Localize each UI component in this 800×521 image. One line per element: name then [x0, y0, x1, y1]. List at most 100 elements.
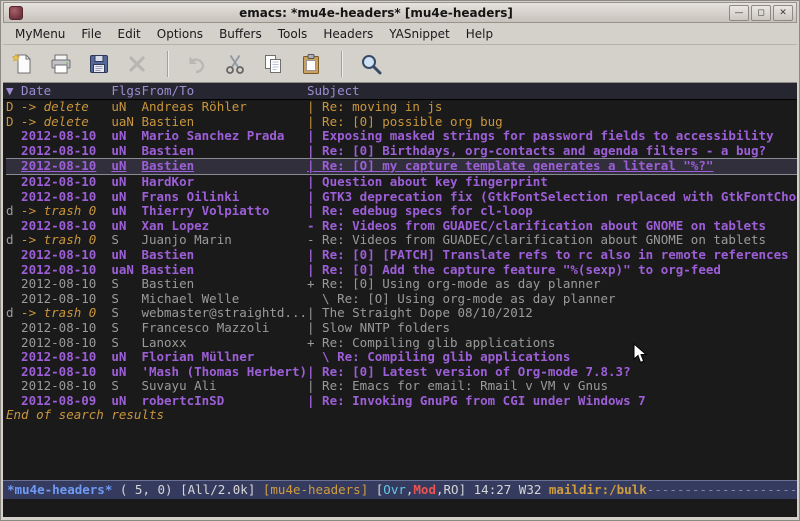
- menu-item-headers[interactable]: Headers: [315, 24, 381, 44]
- message-row[interactable]: 2012-08-10uNBastien| Re: [O] my capture …: [6, 158, 797, 175]
- message-row[interactable]: 2012-08-10uNFlorian Müllner \ Re: Compil…: [6, 350, 797, 365]
- message-row[interactable]: d-> trash 0SJuanjo Marin- Re: Videos fro…: [6, 233, 797, 248]
- row-from: Xan Lopez: [141, 219, 307, 234]
- row-date: -> delete: [21, 115, 111, 130]
- menu-item-yasnippet[interactable]: YASnippet: [381, 24, 458, 44]
- row-from: HardKor: [141, 175, 307, 190]
- row-marker: d: [6, 233, 21, 248]
- menu-item-file[interactable]: File: [73, 24, 109, 44]
- message-row[interactable]: 2012-08-10SLanoxx+ Re: Compiling glib ap…: [6, 336, 797, 351]
- column-header-date[interactable]: ▼ Date: [6, 83, 111, 99]
- row-flags: uN: [111, 129, 141, 144]
- cut-button[interactable]: [221, 49, 251, 79]
- maximize-button[interactable]: ◻: [751, 5, 771, 21]
- row-subject: | Re: [0] Latest version of Org-mode 7.8…: [307, 364, 631, 379]
- row-subject: + Re: [0] Using org-mode as day planner: [307, 276, 601, 291]
- message-row[interactable]: 2012-08-10uNHardKor| Question about key …: [6, 175, 797, 190]
- headers-list: D-> deleteuNAndreas Röhler| Re: moving i…: [6, 100, 797, 408]
- row-subject: | Exposing masked strings for password f…: [307, 128, 774, 143]
- message-row[interactable]: D-> deleteuaNBastien| Re: [0] possible o…: [6, 115, 797, 130]
- menu-item-mymenu[interactable]: MyMenu: [7, 24, 73, 44]
- menu-item-buffers[interactable]: Buffers: [211, 24, 270, 44]
- row-date: -> trash 0: [21, 306, 111, 321]
- undo-button[interactable]: [183, 49, 213, 79]
- menu-bar: MyMenuFileEditOptionsBuffersToolsHeaders…: [3, 23, 797, 45]
- row-subject: + Re: Compiling glib applications: [307, 335, 555, 350]
- close-button[interactable]: ✕: [773, 5, 793, 21]
- row-flags: uN: [111, 159, 141, 174]
- row-from: Francesco Mazzoli: [141, 321, 307, 336]
- row-date: 2012-08-10: [21, 321, 111, 336]
- close-icon: [125, 52, 151, 76]
- row-subject: | Question about key fingerprint: [307, 174, 548, 189]
- message-row[interactable]: 2012-08-10uNFrans Oilinki| GTK3 deprecat…: [6, 190, 797, 205]
- column-header-from[interactable]: From/To: [141, 83, 307, 99]
- modeline-segment-plain: ( 5, 0) [All/2.0k]: [112, 482, 263, 497]
- menu-item-edit[interactable]: Edit: [110, 24, 149, 44]
- row-subject: | Re: edebug specs for cl-loop: [307, 203, 533, 218]
- message-row[interactable]: 2012-08-10uaNBastien| Re: [0] Add the ca…: [6, 263, 797, 278]
- row-from: Suvayu Ali: [141, 379, 307, 394]
- row-from: Bastien: [141, 263, 307, 278]
- minibuffer[interactable]: [3, 499, 797, 517]
- message-row[interactable]: d-> trash 0Swebmaster@straightd...| The …: [6, 306, 797, 321]
- row-date: -> delete: [21, 100, 111, 115]
- headers-column-header: ▼ DateFlgsFrom/ToSubject: [3, 83, 797, 100]
- row-date: 2012-08-10: [21, 350, 111, 365]
- emacs-icon: [9, 6, 23, 20]
- message-row[interactable]: 2012-08-09uNrobertcInSD| Re: Invoking Gn…: [6, 394, 797, 409]
- message-row[interactable]: 2012-08-10SSuvayu Ali| Re: Emacs for ema…: [6, 379, 797, 394]
- row-from: Florian Müllner: [141, 350, 307, 365]
- row-date: 2012-08-10: [21, 159, 111, 174]
- row-from: Michael Welle: [141, 292, 307, 307]
- row-date: 2012-08-10: [21, 277, 111, 292]
- menu-item-options[interactable]: Options: [149, 24, 211, 44]
- column-header-flags[interactable]: Flgs: [111, 83, 141, 99]
- message-row[interactable]: 2012-08-10SFrancesco Mazzoli| Slow NNTP …: [6, 321, 797, 336]
- paste-button[interactable]: [297, 49, 327, 79]
- row-date: -> trash 0: [21, 204, 111, 219]
- headers-buffer: D-> deleteuNAndreas Röhler| Re: moving i…: [3, 100, 797, 480]
- message-row[interactable]: 2012-08-10uNBastien| Re: [0] [PATCH] Tra…: [6, 248, 797, 263]
- modeline-segment-plain: ,: [436, 482, 444, 497]
- row-from: Bastien: [141, 248, 307, 263]
- toolbar: [3, 45, 797, 83]
- modeline-segment-ovr: Ovr: [383, 482, 406, 497]
- minimize-button[interactable]: —: [729, 5, 749, 21]
- row-date: 2012-08-09: [21, 394, 111, 409]
- message-row[interactable]: 2012-08-10uNBastien| Re: [0] Birthdays, …: [6, 144, 797, 159]
- title-bar[interactable]: emacs: *mu4e-headers* [mu4e-headers] —◻✕: [3, 2, 797, 23]
- row-flags: uN: [111, 190, 141, 205]
- modeline-segment-mod: Mod: [413, 482, 436, 497]
- message-row[interactable]: 2012-08-10uNXan Lopez- Re: Videos from G…: [6, 219, 797, 234]
- row-subject: | The Straight Dope 08/10/2012: [307, 305, 533, 320]
- message-row[interactable]: 2012-08-10uN'Mash (Thomas Herbert)| Re: …: [6, 365, 797, 380]
- close-button[interactable]: [123, 49, 153, 79]
- save-button[interactable]: [85, 49, 115, 79]
- row-subject: \ Re: [O] Using org-mode as day planner: [307, 291, 616, 306]
- row-subject: - Re: Videos from GUADEC/clarification a…: [307, 218, 766, 233]
- new-file-button[interactable]: [9, 49, 39, 79]
- column-header-subject[interactable]: Subject: [307, 83, 360, 99]
- print-button[interactable]: [47, 49, 77, 79]
- row-flags: uN: [111, 365, 141, 380]
- row-date: 2012-08-10: [21, 219, 111, 234]
- row-from: Lanoxx: [141, 336, 307, 351]
- row-flags: uaN: [111, 263, 141, 278]
- search-button[interactable]: [357, 49, 387, 79]
- row-from: Bastien: [141, 144, 307, 159]
- emacs-frame: ▼ DateFlgsFrom/ToSubject D-> deleteuNAnd…: [3, 83, 797, 517]
- message-row[interactable]: D-> deleteuNAndreas Röhler| Re: moving i…: [6, 100, 797, 115]
- message-row[interactable]: d-> trash 0uNThierry Volpiatto| Re: edeb…: [6, 204, 797, 219]
- modeline-segment-dashes: ----------------------------------------…: [647, 482, 797, 497]
- modeline-segment-plain: 14:27 W32: [474, 482, 549, 497]
- message-row[interactable]: 2012-08-10uNMario Sanchez Prada| Exposin…: [6, 129, 797, 144]
- row-subject: | Re: [O] my capture template generates …: [307, 158, 713, 173]
- message-row[interactable]: 2012-08-10SMichael Welle \ Re: [O] Using…: [6, 292, 797, 307]
- row-flags: S: [111, 336, 141, 351]
- menu-item-help[interactable]: Help: [458, 24, 501, 44]
- message-row[interactable]: 2012-08-10SBastien+ Re: [0] Using org-mo…: [6, 277, 797, 292]
- print-icon: [49, 52, 75, 76]
- menu-item-tools[interactable]: Tools: [270, 24, 316, 44]
- copy-button[interactable]: [259, 49, 289, 79]
